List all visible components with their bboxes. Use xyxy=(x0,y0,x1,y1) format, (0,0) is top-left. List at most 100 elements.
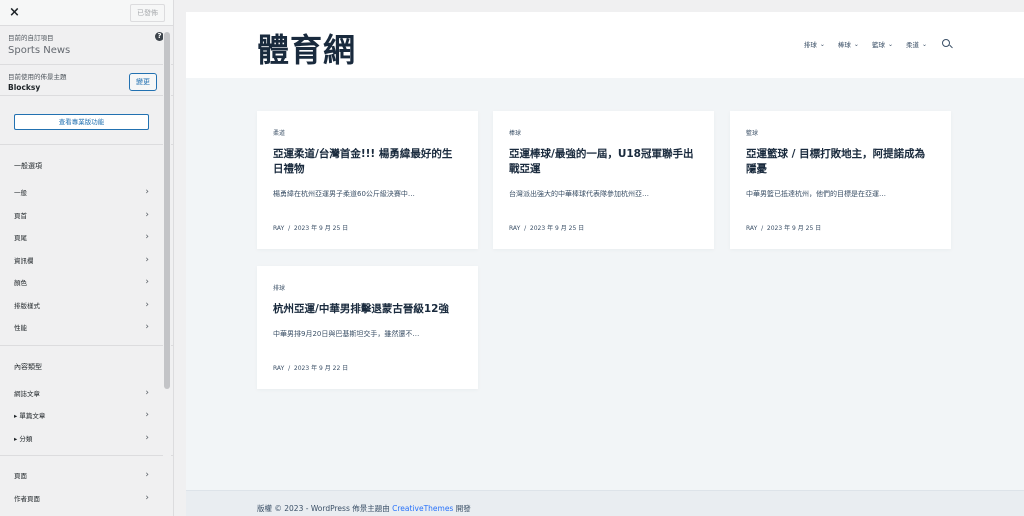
chevron-right-icon: › xyxy=(145,387,149,398)
chevron-right-icon: › xyxy=(145,209,149,220)
customizer-sidebar: × 已發佈 目前的自訂項目 Sports News ? 目前使用的佈景主題 Bl… xyxy=(0,0,174,516)
search-icon[interactable] xyxy=(942,39,953,49)
footer-copyright: 版權 © 2023 - WordPress 佈景主題由 CreativeThem… xyxy=(257,503,471,514)
footer-theme-link[interactable]: CreativeThemes xyxy=(392,504,453,513)
nav-item-volleyball[interactable]: 排球 ⌄ xyxy=(803,39,825,50)
sidebar-item-pages[interactable]: 頁面 › xyxy=(0,464,173,487)
sidebar-item-label: 性能 xyxy=(14,324,27,333)
nav-item-baseball[interactable]: 棒球 ⌄ xyxy=(838,39,859,50)
site-logo[interactable]: 體育網 xyxy=(257,25,356,71)
post-author[interactable]: RAY xyxy=(273,225,284,232)
sidebar-item-label: ▸ 分類 xyxy=(14,434,33,443)
sidebar-item-colors[interactable]: 顏色 › xyxy=(0,271,173,294)
chevron-down-icon: ⌄ xyxy=(921,40,927,48)
post-meta: RAY / 2023 年 9 月 22 日 xyxy=(273,363,348,372)
sidebar-item-label: 一般 xyxy=(14,189,27,198)
sidebar-item-author-pages[interactable]: 作者頁面 › xyxy=(0,487,173,510)
close-icon[interactable]: × xyxy=(9,6,20,19)
post-title[interactable]: 杭州亞運/中華男排擊退蒙古晉級12強 xyxy=(273,302,462,317)
meta-separator: / xyxy=(761,225,764,232)
chevron-right-icon: › xyxy=(145,254,149,265)
sidebar-header: × 已發佈 xyxy=(0,0,173,26)
meta-separator: / xyxy=(288,365,291,372)
active-theme: 目前使用的佈景主題 Blocksy 變更 xyxy=(0,65,173,96)
chevron-right-icon: › xyxy=(145,299,149,310)
chevron-right-icon: › xyxy=(145,492,149,503)
post-excerpt: 楊勇緯在杭州亞運男子柔道60公斤級決賽中… xyxy=(273,190,415,198)
site-preview: 體育網 排球 ⌄ 棒球 ⌄ 籃球 ⌄ 柔道 ⌄ 柔道 亞運柔道/台灣首金!!! 楊勇緯最… xyxy=(186,12,1024,516)
post-category[interactable]: 柔道 xyxy=(273,128,462,137)
sidebar-item-label: 顏色 xyxy=(14,279,27,288)
post-category[interactable]: 排球 xyxy=(273,283,462,292)
sidebar-item-footer[interactable]: 頁尾 › xyxy=(0,226,173,249)
post-card: 棒球 亞運棒球/最強的一屆，U18冠軍聯手出戰亞運 台灣派出強大的中華棒球代表隊… xyxy=(493,111,714,249)
post-excerpt: 台灣派出強大的中華棒球代表隊參加杭州亞… xyxy=(509,190,649,198)
sidebar-item-blog-posts[interactable]: 網誌文章 › xyxy=(0,382,173,405)
post-meta: RAY / 2023 年 9 月 25 日 xyxy=(509,223,584,232)
sidebar-item-sidebar[interactable]: 資訊欄 › xyxy=(0,249,173,272)
chevron-right-icon: › xyxy=(145,432,149,443)
sidebar-item-label: 頁尾 xyxy=(14,234,27,243)
chevron-right-icon: › xyxy=(145,410,149,421)
post-excerpt: 中華男排9月20日與巴基斯坦交手，雖然還不… xyxy=(273,330,420,338)
post-card: 籃球 亞運籃球 / 目標打敗地主，阿提諾成為隱憂 中華男籃已抵達杭州，他們的目標… xyxy=(730,111,951,249)
post-date: 2023 年 9 月 25 日 xyxy=(529,225,585,232)
post-author[interactable]: RAY xyxy=(746,225,757,232)
chevron-right-icon: › xyxy=(145,187,149,198)
nav-label: 籃球 xyxy=(871,41,885,49)
chevron-down-icon: ⌄ xyxy=(887,40,893,48)
post-category[interactable]: 籃球 xyxy=(746,128,935,137)
customizing-info: 目前的自訂項目 Sports News ? xyxy=(0,26,173,65)
sidebar-item-performance[interactable]: 性能 › xyxy=(0,316,173,339)
chevron-down-icon: ⌄ xyxy=(853,40,859,48)
post-category[interactable]: 棒球 xyxy=(509,128,698,137)
general-options-list: 一般 › 頁首 › 頁尾 › 資訊欄 › 顏色 › 排版樣式 › 性能 › xyxy=(0,181,173,339)
post-date: 2023 年 9 月 25 日 xyxy=(766,225,822,232)
publish-button[interactable]: 已發佈 xyxy=(130,3,165,22)
post-date: 2023 年 9 月 25 日 xyxy=(293,225,349,232)
chevron-right-icon: › xyxy=(145,470,149,481)
change-theme-button[interactable]: 變更 xyxy=(129,73,157,91)
post-title[interactable]: 亞運籃球 / 目標打敗地主，阿提諾成為隱憂 xyxy=(746,147,935,177)
footer-prefix: 版權 © 2023 - WordPress 佈景主題由 xyxy=(257,504,393,513)
meta-separator: / xyxy=(524,225,527,232)
scrollbar-thumb[interactable] xyxy=(164,32,170,389)
post-title[interactable]: 亞運柔道/台灣首金!!! 楊勇緯最好的生日禮物 xyxy=(273,147,462,177)
chevron-down-icon: ⌄ xyxy=(819,40,825,48)
sidebar-item-label: ▸ 單篇文章 xyxy=(14,412,46,421)
pages-list: 頁面 › 作者頁面 › xyxy=(0,456,173,509)
post-meta: RAY / 2023 年 9 月 25 日 xyxy=(746,223,821,232)
sidebar-item-categories[interactable]: ▸ 分類 › xyxy=(0,427,173,450)
nav-label: 柔道 xyxy=(905,41,919,49)
sidebar-item-header[interactable]: 頁首 › xyxy=(0,204,173,227)
sidebar-item-general[interactable]: 一般 › xyxy=(0,181,173,204)
post-meta: RAY / 2023 年 9 月 25 日 xyxy=(273,223,348,232)
sidebar-item-single-post[interactable]: ▸ 單篇文章 › xyxy=(0,404,173,427)
customizing-label: 目前的自訂項目 xyxy=(8,34,54,42)
site-header: 體育網 排球 ⌄ 棒球 ⌄ 籃球 ⌄ 柔道 ⌄ xyxy=(186,12,1024,78)
sidebar-item-label: 資訊欄 xyxy=(14,256,34,265)
sidebar-item-label: 頁首 xyxy=(14,211,27,220)
post-author[interactable]: RAY xyxy=(273,365,284,372)
sidebar-item-label: 作者頁面 xyxy=(14,494,40,503)
nav-label: 排球 xyxy=(803,41,817,49)
post-excerpt: 中華男籃已抵達杭州，他們的目標是在亞運… xyxy=(746,190,886,198)
nav-item-basketball[interactable]: 籃球 ⌄ xyxy=(871,39,893,50)
post-card: 排球 杭州亞運/中華男排擊退蒙古晉級12強 中華男排9月20日與巴基斯坦交手，雖… xyxy=(257,266,478,389)
meta-separator: / xyxy=(288,225,291,232)
chevron-right-icon: › xyxy=(145,232,149,243)
sidebar-item-typography[interactable]: 排版樣式 › xyxy=(0,294,173,317)
site-name: Sports News xyxy=(8,45,71,56)
sidebar-item-label: 網誌文章 xyxy=(14,389,40,398)
post-date: 2023 年 9 月 22 日 xyxy=(293,365,349,372)
site-footer: 版權 © 2023 - WordPress 佈景主題由 CreativeThem… xyxy=(186,490,1024,516)
chevron-right-icon: › xyxy=(145,277,149,288)
nav-item-judo[interactable]: 柔道 ⌄ xyxy=(905,39,927,50)
sidebar-scrollbar[interactable] xyxy=(163,27,171,516)
view-pro-features-button[interactable]: 查看專業版功能 xyxy=(14,114,149,130)
post-title[interactable]: 亞運棒球/最強的一屆，U18冠軍聯手出戰亞運 xyxy=(509,147,698,177)
section-content-title: 內容類型 xyxy=(14,362,42,371)
post-author[interactable]: RAY xyxy=(509,225,520,232)
content-types-list: 網誌文章 › ▸ 單篇文章 › ▸ 分類 › xyxy=(0,382,173,450)
post-card: 柔道 亞運柔道/台灣首金!!! 楊勇緯最好的生日禮物 楊勇緯在杭州亞運男子柔道6… xyxy=(257,111,478,249)
